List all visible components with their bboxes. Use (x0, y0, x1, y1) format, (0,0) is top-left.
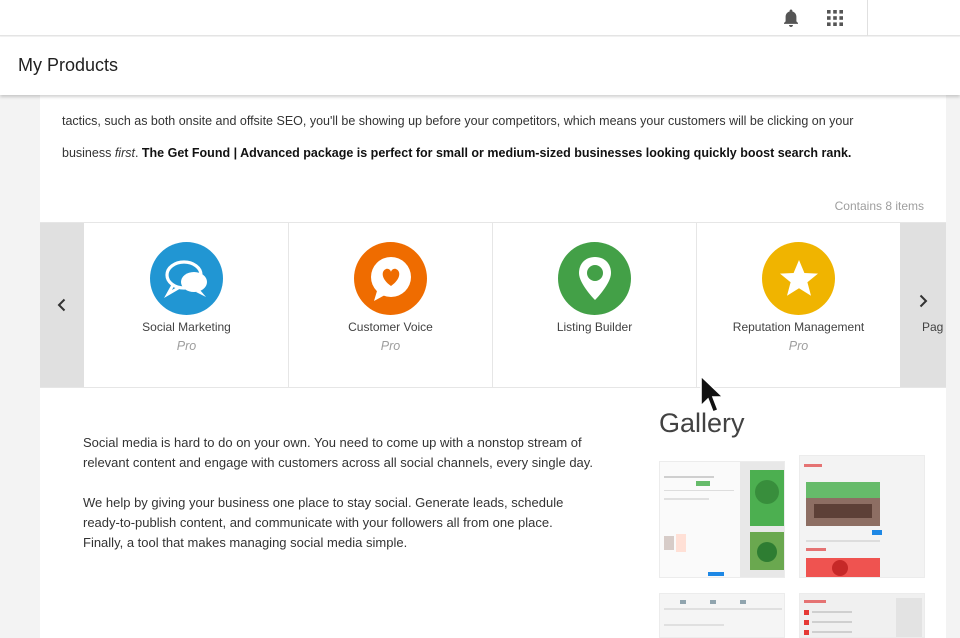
mouse-pointer-icon (700, 374, 726, 420)
product-tier: Pro (788, 339, 809, 353)
product-reputation-management[interactable]: Reputation Management Pro (697, 223, 901, 387)
chevron-left-icon (57, 298, 66, 312)
product-tier: Pro (380, 339, 401, 353)
intro-line-1: tactics, such as both onsite and offsite… (62, 114, 854, 128)
chevron-right-icon (919, 294, 928, 308)
gallery-thumbnail-1[interactable] (659, 461, 785, 578)
carousel-prev-button[interactable] (40, 223, 84, 387)
page-header: My Products (0, 37, 960, 95)
product-name: Social Marketing (142, 320, 231, 334)
package-intro: tactics, such as both onsite and offsite… (62, 105, 932, 169)
grid-apps-icon[interactable] (823, 6, 847, 30)
gallery-thumbnail-4[interactable] (799, 593, 925, 638)
intro-prefix: business (62, 146, 115, 160)
product-carousel: Social Marketing Pro Customer Voice Pro (40, 222, 946, 388)
product-description: Social media is hard to do on your own. … (83, 433, 593, 553)
items-count: Contains 8 items (834, 199, 924, 213)
carousel-next-button[interactable] (900, 223, 946, 387)
speech-bubbles-icon (150, 242, 223, 315)
product-name: Reputation Management (732, 320, 865, 334)
intro-bold-statement: The Get Found | Advanced package is perf… (141, 146, 852, 160)
package-card: tactics, such as both onsite and offsite… (40, 95, 946, 638)
product-name: Customer Voice (348, 320, 433, 334)
heart-bubble-icon (354, 242, 427, 315)
map-pin-icon (558, 242, 631, 315)
product-social-marketing[interactable]: Social Marketing Pro (85, 223, 289, 387)
next-product-peek-label: Pag (922, 320, 944, 334)
product-name: Listing Builder (556, 320, 633, 334)
intro-separator: . (134, 146, 142, 160)
product-tier: Pro (176, 339, 197, 353)
gallery-thumbnail-2[interactable] (799, 455, 925, 578)
product-listing-builder[interactable]: Listing Builder (493, 223, 697, 387)
description-paragraph-1: Social media is hard to do on your own. … (83, 435, 593, 470)
page-title: My Products (18, 55, 119, 75)
description-paragraph-2: We help by giving your business one plac… (83, 495, 564, 550)
top-app-bar (0, 0, 960, 36)
intro-line-2: business first. The Get Found | Advanced… (62, 137, 932, 169)
topbar-divider (867, 0, 868, 36)
intro-emphasis: first (114, 146, 135, 160)
product-customer-voice[interactable]: Customer Voice Pro (289, 223, 493, 387)
bell-icon[interactable] (779, 6, 803, 30)
gallery-thumbnail-3[interactable] (659, 593, 785, 638)
star-icon (762, 242, 835, 315)
